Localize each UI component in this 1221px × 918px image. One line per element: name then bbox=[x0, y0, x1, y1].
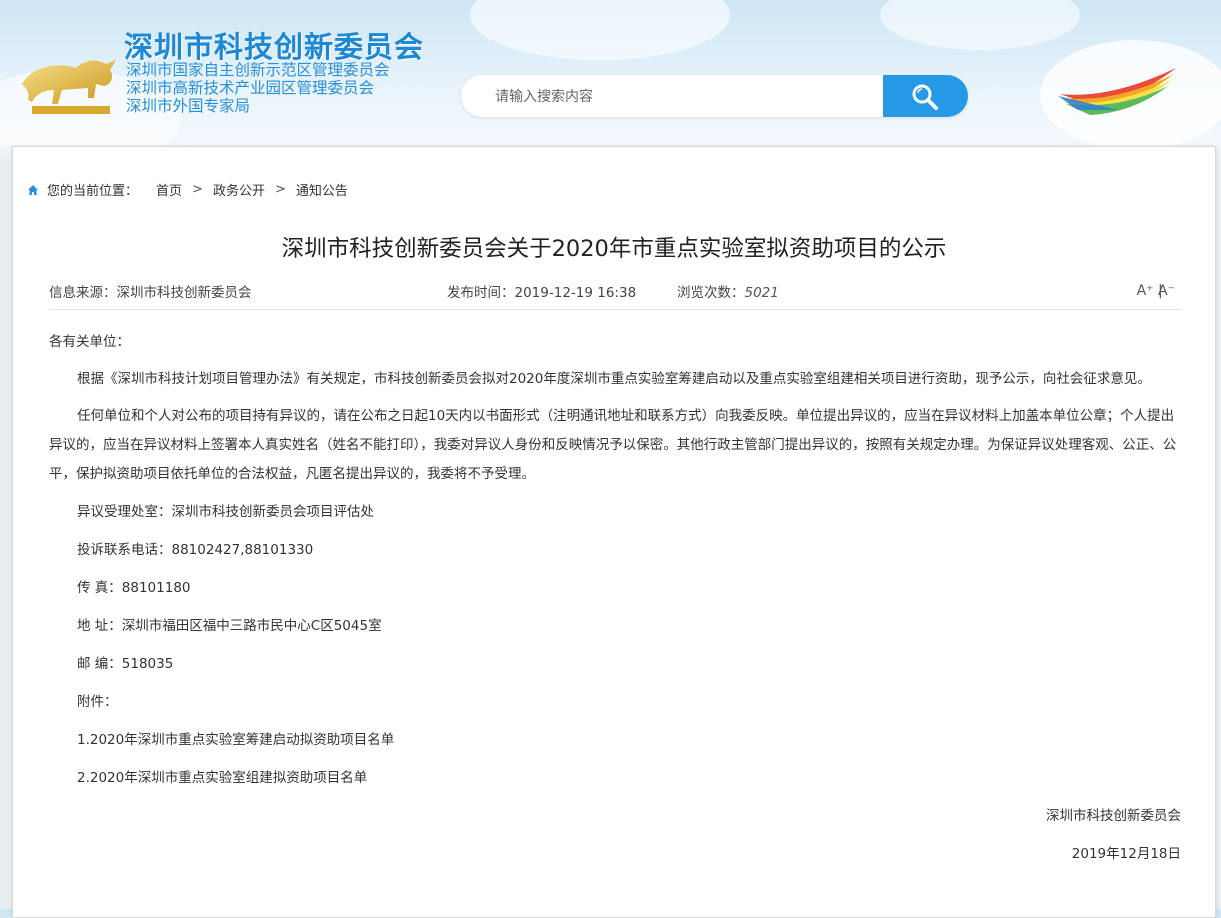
article-meta: 信息来源：深圳市科技创新委员会 发布时间：2019-12-19 16:38 浏览… bbox=[49, 281, 1181, 310]
article-body: 各有关单位： 根据《深圳市科技计划项目管理办法》有关规定，市科技创新委员会拟对2… bbox=[49, 327, 1181, 873]
breadcrumb: 您的当前位置： 首页 > 政务公开 > 通知公告 bbox=[27, 180, 348, 199]
attachment-link[interactable]: 1.2020年深圳市重点实验室筹建启动拟资助项目名单 bbox=[49, 721, 1181, 759]
font-control-divider: | bbox=[1158, 283, 1163, 299]
search-icon bbox=[912, 84, 938, 110]
site-header: 深圳市科技创新委员会 深圳市国家自主创新示范区管理委员会 深圳市高新技术产业园区… bbox=[0, 0, 1221, 146]
signature-date: 2019年12月18日 bbox=[1071, 846, 1181, 862]
site-subtitle: 深圳市高新技术产业园区管理委员会 bbox=[126, 79, 375, 97]
search-input[interactable] bbox=[493, 85, 877, 109]
breadcrumb-separator: > bbox=[274, 182, 286, 197]
complaint-phone: 投诉联系电话：88102427,88101330 bbox=[77, 542, 314, 558]
cloud-decoration bbox=[880, 0, 1080, 50]
search-box bbox=[461, 75, 968, 117]
site-subtitle: 深圳市外国专家局 bbox=[126, 97, 251, 115]
publish-time-info: 发布时间：2019-12-19 16:38 bbox=[447, 281, 636, 301]
breadcrumb-item-home[interactable]: 首页 bbox=[156, 180, 182, 199]
font-size-controls: A⁺ | A⁻ bbox=[1137, 283, 1175, 299]
site-title: 深圳市科技创新委员会 bbox=[124, 30, 425, 64]
postcode: 邮 编：518035 bbox=[77, 656, 174, 672]
paragraph: 根据《深圳市科技计划项目管理办法》有关规定，市科技创新委员会拟对2020年度深圳… bbox=[77, 371, 1151, 387]
source-info: 信息来源：深圳市科技创新委员会 bbox=[49, 281, 252, 301]
font-increase-button[interactable]: A⁺ bbox=[1137, 283, 1154, 299]
bull-logo-icon bbox=[22, 60, 116, 114]
colorful-swoosh-logo-icon bbox=[1058, 68, 1176, 115]
view-count-label: 浏览次数： bbox=[677, 285, 745, 301]
content-panel: 您的当前位置： 首页 > 政务公开 > 通知公告 深圳市科技创新委员会关于202… bbox=[12, 146, 1216, 918]
view-count-value: 5021 bbox=[744, 285, 779, 301]
publish-time-label: 发布时间： bbox=[447, 285, 515, 301]
breadcrumb-item-notices[interactable]: 通知公告 bbox=[296, 180, 348, 199]
breadcrumb-label: 您的当前位置： bbox=[47, 184, 139, 199]
breadcrumb-item-government-affairs[interactable]: 政务公开 bbox=[213, 180, 265, 199]
fax: 传 真：88101180 bbox=[77, 580, 191, 596]
search-button[interactable] bbox=[883, 75, 968, 117]
publish-time-value: 2019-12-19 16:38 bbox=[514, 285, 637, 301]
objection-office: 异议受理处室：深圳市科技创新委员会项目评估处 bbox=[77, 504, 374, 520]
attachment-link[interactable]: 2.2020年深圳市重点实验室组建拟资助项目名单 bbox=[49, 759, 1181, 797]
attachment-link-text[interactable]: 2.2020年深圳市重点实验室组建拟资助项目名单 bbox=[77, 770, 367, 786]
view-count-info: 浏览次数：5021 bbox=[677, 281, 779, 301]
source-value: 深圳市科技创新委员会 bbox=[116, 285, 252, 301]
address: 地 址：深圳市福田区福中三路市民中心C区5045室 bbox=[77, 618, 382, 634]
attachments-label: 附件： bbox=[77, 694, 118, 710]
salutation: 各有关单位： bbox=[49, 334, 130, 350]
paragraph: 任何单位和个人对公布的项目持有异议的，请在公布之日起10天内以书面形式（注明通讯… bbox=[49, 408, 1177, 482]
signature: 深圳市科技创新委员会 bbox=[1046, 808, 1181, 824]
article-title: 深圳市科技创新委员会关于2020年市重点实验室拟资助项目的公示 bbox=[281, 236, 947, 262]
cloud-decoration bbox=[470, 0, 730, 60]
home-icon bbox=[28, 184, 38, 195]
attachment-link-text[interactable]: 1.2020年深圳市重点实验室筹建启动拟资助项目名单 bbox=[77, 732, 394, 748]
source-label: 信息来源： bbox=[49, 285, 117, 301]
breadcrumb-separator: > bbox=[192, 182, 203, 197]
site-subtitle: 深圳市国家自主创新示范区管理委员会 bbox=[126, 61, 390, 79]
